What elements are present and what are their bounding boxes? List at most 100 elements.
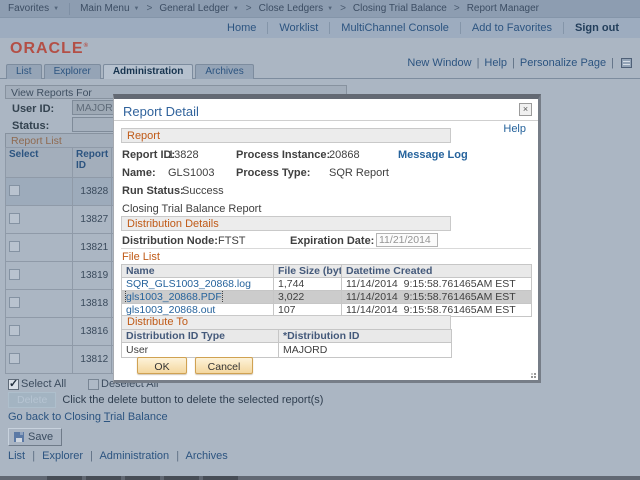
go-back-text: Go back to Closing [8,411,104,423]
breadcrumb-general-ledger[interactable]: General Ledger ▼ [159,3,238,14]
row-checkbox[interactable] [9,269,20,280]
tab-administration[interactable]: Administration [103,64,194,79]
breadcrumb-label: Main Menu [80,3,129,14]
breadcrumb-label: Close Ledgers [259,3,323,14]
deselect-all-checkbox[interactable] [88,379,99,390]
breadcrumb-divider [69,3,70,15]
sign-out-link[interactable]: Sign out [564,22,630,34]
footer-links: List | Explorer | Administration | Archi… [8,450,228,462]
report-id-cell: 13816 [73,318,112,346]
footer-link-administration[interactable]: Administration [99,450,169,462]
add-to-favorites-link[interactable]: Add to Favorites [461,22,563,34]
link-separator: | [90,450,93,462]
row-checkbox[interactable] [9,185,20,196]
report-id-cell: 13812 [73,346,112,374]
breadcrumb-label: Report Manager [467,3,539,14]
tab-strip: List Explorer Administration Archives [0,64,640,79]
name-label: Name: [122,167,156,179]
file-list-header: File List [122,251,160,263]
go-back-link[interactable]: Go back to Closing Trial Balance [8,411,168,423]
col-file-size: File Size (bytes) [274,265,342,278]
worklist-link[interactable]: Worklist [268,22,329,34]
distribution-node-label: Distribution Node: [122,235,218,247]
go-back-text: rial Balance [110,411,167,423]
process-type-value: SQR Report [329,167,389,179]
breadcrumb-separator: > [246,3,252,14]
breadcrumb-separator: > [147,3,153,14]
link-separator: | [32,450,35,462]
footer-link-list[interactable]: List [8,450,25,462]
chevron-down-icon: ▼ [327,6,333,12]
close-icon[interactable]: × [519,103,532,116]
delete-hint: Click the delete button to delete the se… [62,394,323,406]
breadcrumb-separator: > [340,3,346,14]
tab-list[interactable]: List [6,64,42,79]
chevron-down-icon: ▼ [134,6,140,12]
datetime-cell: 11/14/2014 9:15:58.761465AM EST [342,291,532,304]
status-label: Status: [12,120,49,132]
user-id-label: User ID: [12,103,54,115]
tab-explorer[interactable]: Explorer [44,64,101,79]
col-name: Name [122,265,274,278]
distribution-id-cell: MAJORD [279,343,452,358]
table-header-row: Distribution ID Type *Distribution ID [122,330,452,343]
distribution-details-header: Distribution Details [121,216,451,231]
process-instance-value: 20868 [329,149,360,161]
save-button[interactable]: Save [8,428,62,446]
row-checkbox[interactable] [9,297,20,308]
multichannel-console-link[interactable]: MultiChannel Console [330,22,460,34]
message-log-link[interactable]: Message Log [398,149,468,161]
breadcrumb-report-manager[interactable]: Report Manager [467,3,539,14]
report-id-cell: 13818 [73,290,112,318]
delete-button[interactable]: Delete [8,392,56,408]
file-size-cell: 3,022 [274,291,342,304]
row-checkbox[interactable] [9,213,20,224]
col-datetime-created: Datetime Created [342,265,532,278]
select-all-checkbox[interactable]: ✓ [8,379,19,390]
datetime-cell: 11/14/2014 9:15:58.761465AM EST [342,278,532,291]
file-link[interactable]: gls1003_20868.PDF [126,291,222,303]
breadcrumb-label: Favorites [8,3,49,14]
col-report-id: Report ID [73,148,112,178]
file-link[interactable]: SQR_GLS1003_20868.log [126,278,251,290]
row-checkbox[interactable] [9,241,20,252]
report-id-cell: 13827 [73,206,112,234]
expiration-date-input[interactable] [376,233,438,247]
tab-archives[interactable]: Archives [195,64,253,79]
resize-grip[interactable] [528,370,536,378]
table-row-selected: gls1003_20868.PDF 3,022 11/14/2014 9:15:… [122,291,532,304]
table-row: SQR_GLS1003_20868.log 1,744 11/14/2014 9… [122,278,532,291]
distribute-to-table: Distribution ID Type *Distribution ID Us… [121,329,452,358]
col-distribution-id: *Distribution ID [279,330,452,343]
footer-link-archives[interactable]: Archives [186,450,228,462]
breadcrumb: Favorites ▼ Main Menu ▼ > General Ledger… [0,0,640,18]
run-status-value: Success [182,185,224,197]
file-size-cell: 1,744 [274,278,342,291]
link-separator: | [176,450,179,462]
process-instance-label: Process Instance: [236,149,330,161]
breadcrumb-favorites[interactable]: Favorites ▼ [8,3,59,14]
report-id-cell: 13821 [73,234,112,262]
breadcrumb-close-ledgers[interactable]: Close Ledgers ▼ [259,3,333,14]
save-label: Save [28,431,53,443]
breadcrumb-main-menu[interactable]: Main Menu ▼ [80,3,139,14]
breadcrumb-separator: > [454,3,460,14]
select-all-label: Select All [21,378,66,390]
run-status-label: Run Status: [122,185,184,197]
row-checkbox[interactable] [9,325,20,336]
cancel-button[interactable]: Cancel [195,357,253,374]
bottom-strip [0,476,640,480]
report-description: Closing Trial Balance Report [122,203,261,215]
modal-help-link[interactable]: Help [503,123,526,135]
report-detail-modal: Report Detail × Help Report Report ID: 1… [113,94,541,383]
home-link[interactable]: Home [216,22,267,34]
ok-button[interactable]: OK [137,357,187,374]
footer-link-explorer[interactable]: Explorer [42,450,83,462]
report-id-cell: 13819 [73,262,112,290]
distribute-to-header: Distribute To [121,315,451,329]
row-checkbox[interactable] [9,353,20,364]
process-type-label: Process Type: [236,167,310,179]
modal-title: Report Detail [123,104,199,119]
breadcrumb-label: General Ledger [159,3,229,14]
breadcrumb-closing-trial-balance[interactable]: Closing Trial Balance [353,3,447,14]
